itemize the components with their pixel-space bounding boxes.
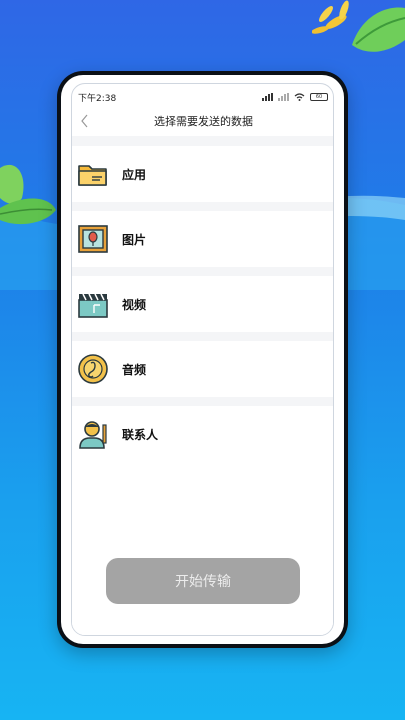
- list-item-label: 联系人: [122, 427, 159, 442]
- list-item-videos[interactable]: 视频: [72, 276, 333, 332]
- music-disc-icon: [78, 354, 108, 384]
- phone-screen: 下午2:38 60 选择需要发送的数据 应用 图片 视频 音频 联系人 开始传输: [61, 75, 344, 644]
- list-item-apps[interactable]: 应用: [72, 146, 333, 202]
- list-item-audio[interactable]: 音频: [72, 341, 333, 397]
- list-item-label: 图片: [122, 232, 147, 247]
- leaf-decoration-left: [0, 164, 56, 225]
- list-empty-area: [72, 453, 333, 635]
- wifi-icon: [294, 93, 305, 101]
- phone-frame: 下午2:38 60 选择需要发送的数据 应用 图片 视频 音频 联系人 开始传输: [57, 71, 348, 648]
- start-transfer-button[interactable]: 开始传输: [106, 558, 300, 604]
- list-item-label: 音频: [122, 362, 147, 377]
- nav-bar: 选择需要发送的数据: [72, 106, 333, 136]
- page-title: 选择需要发送的数据: [154, 115, 253, 128]
- list-item-pictures[interactable]: 图片: [72, 211, 333, 267]
- status-bar: 下午2:38 60: [78, 90, 328, 104]
- clapperboard-icon: [78, 293, 108, 318]
- battery-icon: 60: [310, 93, 328, 101]
- signal-weak-icon: [278, 93, 289, 101]
- signal-icon: [262, 93, 273, 101]
- app-screen: 下午2:38 60 选择需要发送的数据 应用 图片 视频 音频 联系人 开始传输: [71, 83, 334, 636]
- picture-icon: [78, 225, 108, 253]
- leaf-decoration-top-right: [312, 0, 405, 52]
- status-icons: 60: [262, 93, 328, 101]
- folder-icon: [78, 165, 107, 186]
- list-item-label: 应用: [122, 167, 147, 182]
- list-item-label: 视频: [122, 297, 147, 312]
- back-arrow-icon[interactable]: [76, 111, 94, 131]
- status-time: 下午2:38: [78, 93, 117, 104]
- contact-person-icon: [79, 421, 107, 449]
- battery-level: 60: [315, 94, 323, 100]
